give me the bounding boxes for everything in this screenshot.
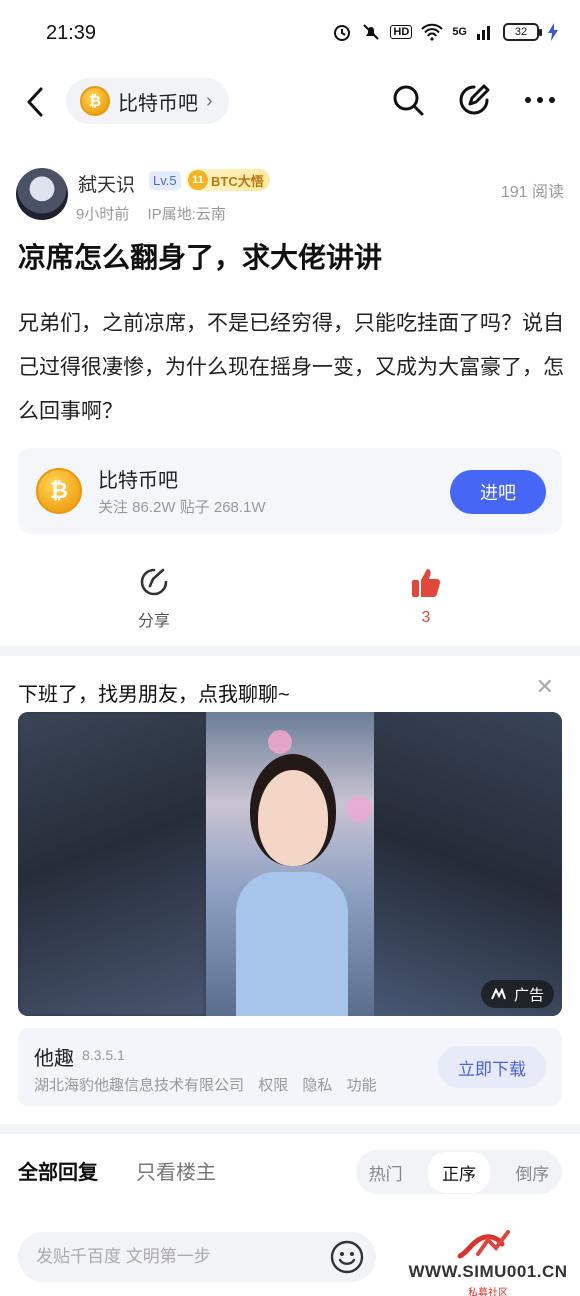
ad-app-card[interactable]: 他趣 8.3.5.1 湖北海豹他趣信息技术有限公司 权限 隐私 功能 立即下载 [18,1028,562,1106]
person-dress [236,872,348,1016]
charging-icon [548,23,558,41]
ad-badge[interactable]: 广告 [480,980,554,1008]
ad-photo [206,712,376,1016]
read-count: 191 阅读 [500,184,564,201]
watermark-sub: 私募社区 [468,1288,508,1296]
share-icon [140,568,168,596]
tab-all-replies[interactable]: 全部回复 [18,1156,98,1185]
forum-card-name: 比特币吧 [98,470,178,492]
wifi-icon [421,23,444,41]
mute-icon [363,24,380,40]
watermark: WWW.SIMU001.CN 私募社区 [400,1226,576,1296]
ad-image-blur-left [18,712,206,1016]
heart-decoration [346,796,372,822]
app-company: 湖北海豹他趣信息技术有限公司 [34,1077,245,1094]
author-name[interactable]: 弑天识 [78,170,135,197]
avatar[interactable] [16,168,68,220]
badge-label: BTC大悟 [211,173,264,189]
app-name: 他趣 [34,1048,74,1070]
post-actions: 分享 3 [0,560,580,640]
heart-decoration [268,730,292,754]
search-button[interactable] [388,80,428,120]
post-meta: 9小时前 IP属地:云南 [76,203,240,224]
signal-icon [477,26,490,40]
ad-network-icon [491,988,506,1000]
close-icon[interactable]: ✕ [536,674,554,700]
app-privacy-link[interactable]: 隐私 [302,1077,332,1094]
level-badge: Lv.5 [149,171,181,190]
ad-title[interactable]: 下班了，找男朋友，点我聊聊~ [18,678,290,707]
network-label: 5G [452,26,467,38]
bottom-bar: WWW.SIMU001.CN 私募社区 [0,1218,580,1296]
status-bar: 21:39 HD 5G 32 [0,0,580,68]
sort-ascending[interactable]: 正序 [427,1151,490,1193]
top-nav: ₿ 比特币吧 › [0,72,580,132]
hd-icon: HD [390,25,413,39]
like-count: 3 [421,609,431,626]
sort-segmented-control: 热门 正序 倒序 [356,1150,562,1194]
more-icon [525,97,555,103]
join-forum-button[interactable]: 进吧 [450,470,546,514]
app-company-row: 湖北海豹他趣信息技术有限公司 权限 隐私 功能 [34,1074,387,1095]
post-body: 兄弟们，之前凉席，不是已经穷得，只能吃挂面了吗？说自己过得很凄惨，为什么现在摇身… [18,312,564,423]
post-author-row: 弑天识 Lv.5 11 BTC大悟 9小时前 IP属地:云南 191 阅读 [16,168,564,224]
comment-input[interactable] [18,1232,376,1282]
search-icon [393,85,424,116]
watermark-url: WWW.SIMU001.CN [408,1262,568,1281]
tab-op-only[interactable]: 只看楼主 [136,1156,216,1185]
alarm-icon [334,25,351,41]
sort-hot[interactable]: 热门 [369,1160,403,1185]
app-version: 8.3.5.1 [82,1047,125,1063]
status-time: 21:39 [46,22,97,44]
emoji-icon[interactable] [330,1240,364,1274]
watermark-logo-icon [457,1230,510,1259]
badge-number: 11 [188,170,208,190]
forum-pill[interactable]: ₿ 比特币吧 › [66,78,229,124]
section-divider [0,1124,580,1134]
status-icons: HD 5G 32 [332,22,558,42]
chevron-right-icon: › [206,89,213,112]
app-permissions-link[interactable]: 权限 [258,1077,288,1094]
like-button[interactable]: 3 [386,566,466,627]
forum-name: 比特币吧 [118,92,198,115]
sort-descending[interactable]: 倒序 [515,1160,549,1185]
post-time: 9小时前 [76,206,130,223]
edit-icon [459,84,490,115]
bitcoin-icon: ₿ [36,468,82,514]
section-divider [0,646,580,656]
thumbs-up-icon [412,569,441,597]
share-button[interactable]: 分享 [114,566,194,631]
app-features-link[interactable]: 功能 [347,1077,377,1094]
forum-card[interactable]: ₿ 比特币吧 关注 86.2W 贴子 268.1W 进吧 [18,448,562,534]
back-button[interactable] [18,82,52,122]
bitcoin-icon: ₿ [80,86,110,116]
honor-badge: 11 BTC大悟 [186,169,270,191]
download-button[interactable]: 立即下载 [438,1046,546,1088]
more-button[interactable] [520,80,560,120]
post-title: 凉席怎么翻身了，求大佬讲讲 [18,242,383,273]
ad-tag-label: 广告 [513,986,544,1004]
ip-location: IP属地:云南 [147,206,226,223]
battery-level: 32 [514,26,528,38]
edit-button[interactable] [454,80,494,120]
person-face [258,770,328,866]
ad-image[interactable]: 广告 [18,712,562,1016]
chevron-left-icon [27,87,43,117]
share-label: 分享 [137,613,170,630]
forum-card-stats: 关注 86.2W 贴子 268.1W [98,499,266,516]
battery-icon: 32 [503,23,542,41]
ad-image-blur-right [374,712,562,1016]
